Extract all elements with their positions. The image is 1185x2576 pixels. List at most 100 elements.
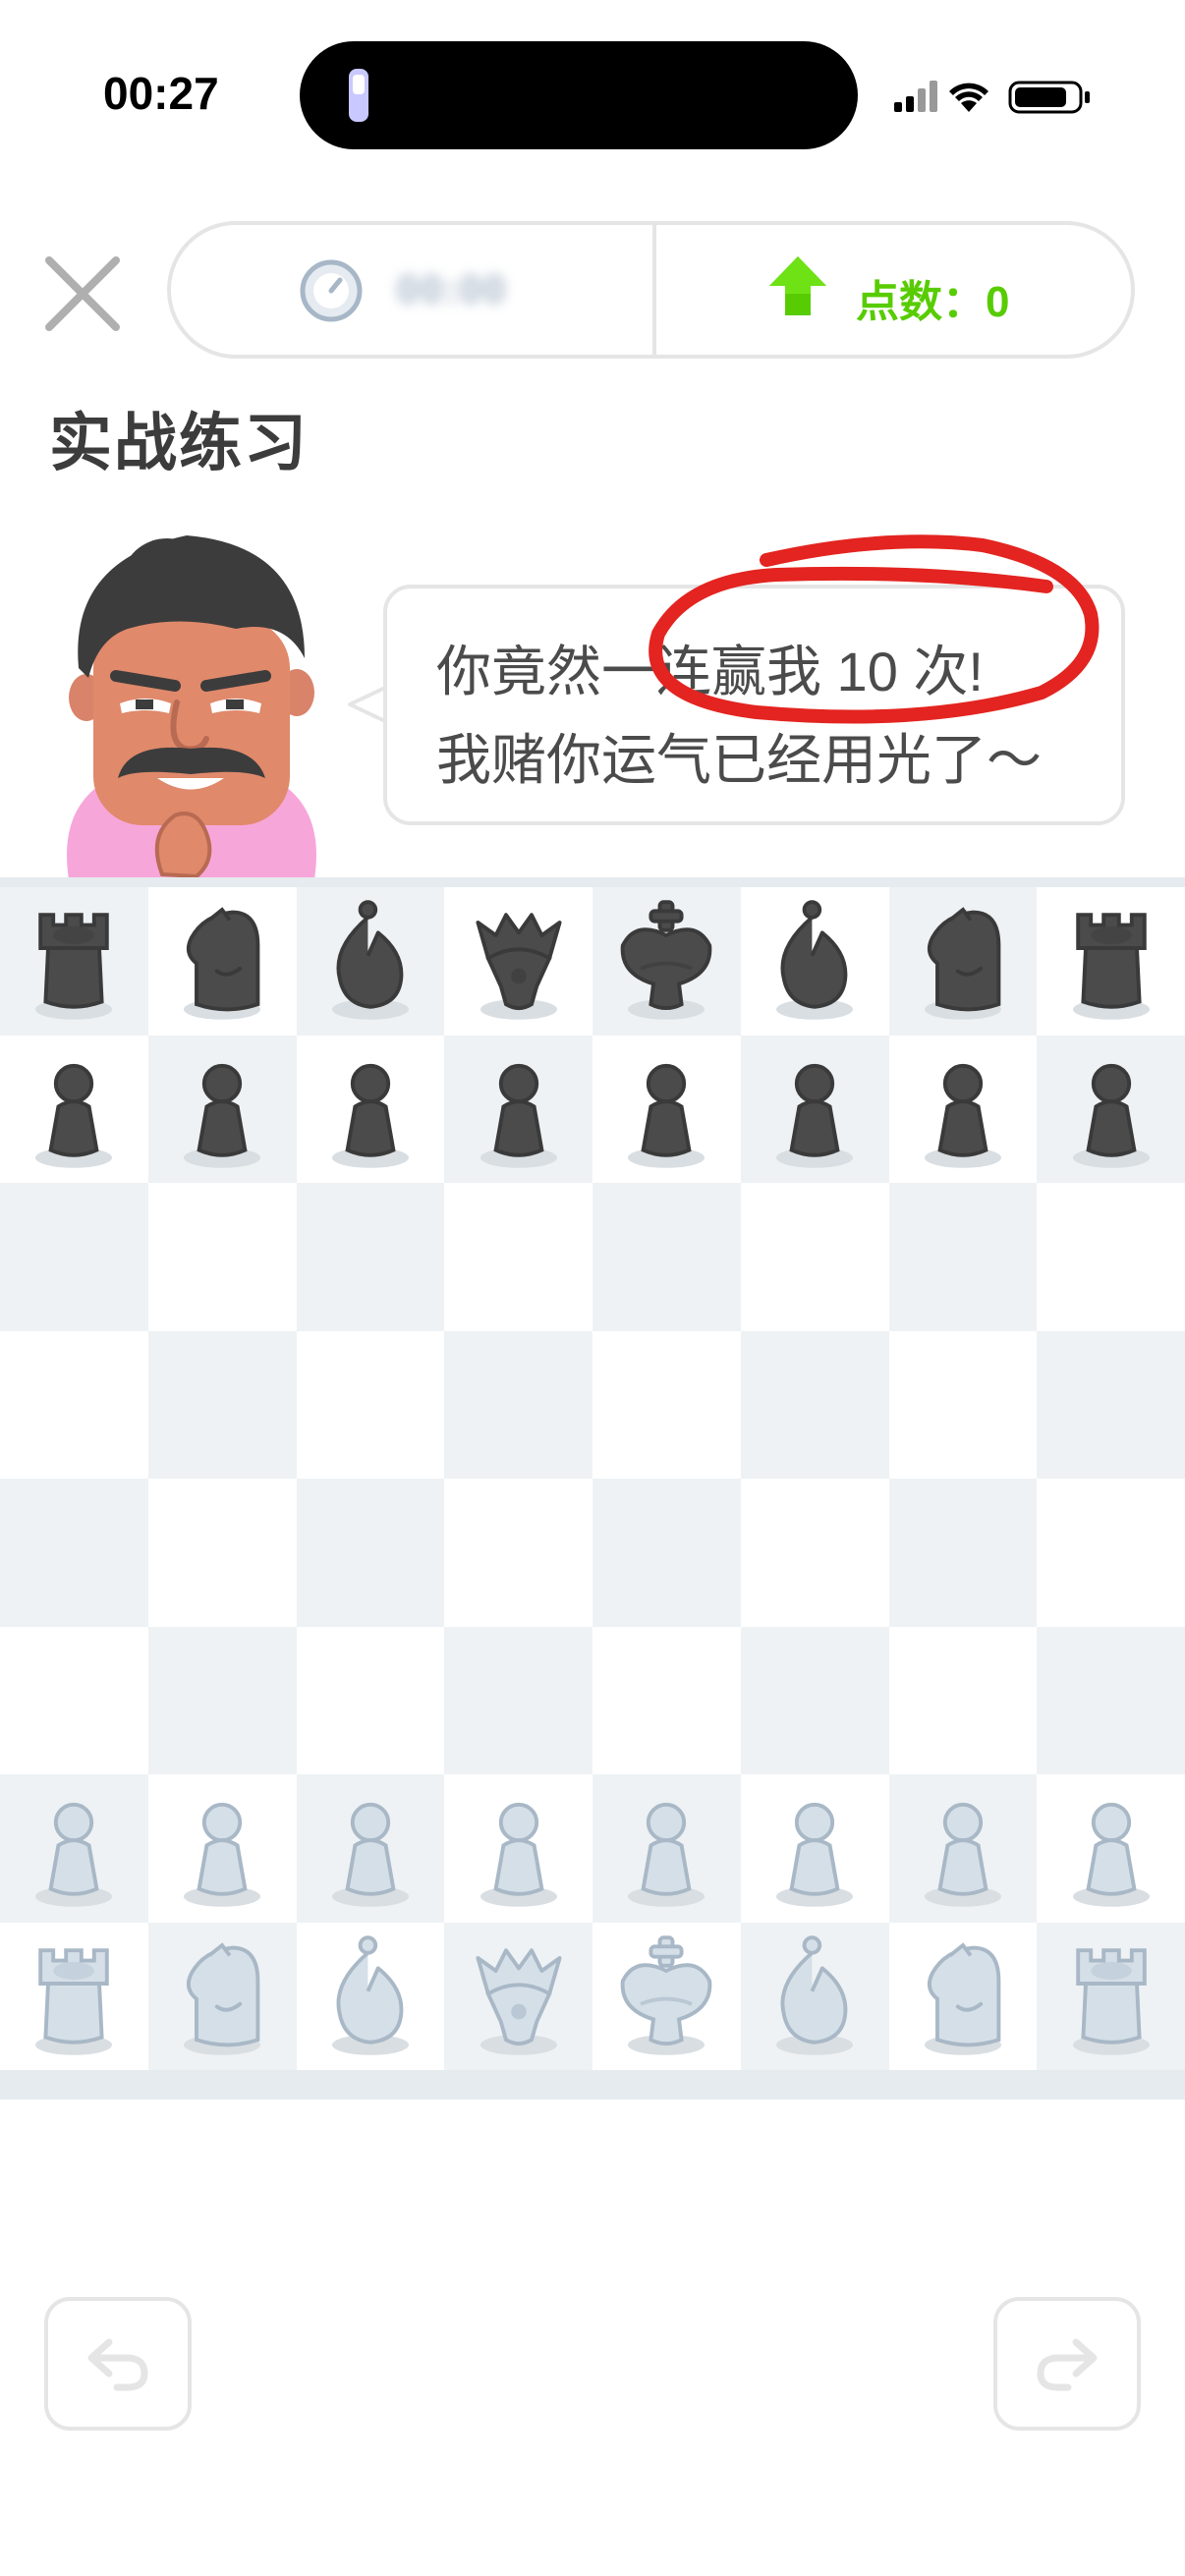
square-a4[interactable]	[0, 1479, 148, 1627]
square-h2[interactable]	[1037, 1774, 1185, 1923]
square-c6[interactable]	[296, 1183, 445, 1331]
square-d7[interactable]	[444, 1035, 592, 1183]
black-bishop-icon[interactable]	[307, 897, 434, 1025]
square-c5[interactable]	[296, 1330, 445, 1479]
white-pawn-icon[interactable]	[899, 1784, 1027, 1912]
black-pawn-icon[interactable]	[899, 1045, 1027, 1173]
square-a3[interactable]	[0, 1626, 148, 1774]
square-e5[interactable]	[592, 1330, 741, 1479]
square-a8[interactable]	[0, 887, 148, 1036]
white-knight-icon[interactable]	[158, 1932, 286, 2060]
square-b2[interactable]	[147, 1774, 297, 1923]
square-a5[interactable]	[0, 1330, 148, 1479]
square-f5[interactable]	[740, 1330, 889, 1479]
white-bishop-icon[interactable]	[307, 1932, 434, 2060]
square-f3[interactable]	[740, 1626, 889, 1774]
redo-button[interactable]	[993, 2297, 1141, 2431]
black-pawn-icon[interactable]	[10, 1045, 138, 1173]
black-rook-icon[interactable]	[1047, 897, 1175, 1025]
black-rook-icon[interactable]	[10, 897, 138, 1025]
square-b8[interactable]	[147, 887, 297, 1036]
white-king-icon[interactable]	[602, 1932, 730, 2060]
square-h1[interactable]	[1037, 1922, 1185, 2070]
square-e3[interactable]	[592, 1626, 741, 1774]
square-b6[interactable]	[147, 1183, 297, 1331]
black-bishop-icon[interactable]	[751, 897, 878, 1025]
black-knight-icon[interactable]	[899, 897, 1027, 1025]
square-c4[interactable]	[296, 1479, 445, 1627]
white-pawn-icon[interactable]	[158, 1784, 286, 1912]
white-queen-icon[interactable]	[455, 1932, 583, 2060]
black-pawn-icon[interactable]	[751, 1045, 878, 1173]
square-b1[interactable]	[147, 1922, 297, 2070]
square-h6[interactable]	[1037, 1183, 1185, 1331]
square-c2[interactable]	[296, 1774, 445, 1923]
square-d1[interactable]	[444, 1922, 592, 2070]
square-h3[interactable]	[1037, 1626, 1185, 1774]
square-f1[interactable]	[740, 1922, 889, 2070]
square-e2[interactable]	[592, 1774, 741, 1923]
square-h7[interactable]	[1037, 1035, 1185, 1183]
square-d5[interactable]	[444, 1330, 592, 1479]
square-f8[interactable]	[740, 887, 889, 1036]
black-knight-icon[interactable]	[158, 897, 286, 1025]
square-g1[interactable]	[888, 1922, 1038, 2070]
black-pawn-icon[interactable]	[1047, 1045, 1175, 1173]
square-d2[interactable]	[444, 1774, 592, 1923]
square-d8[interactable]	[444, 887, 592, 1036]
black-pawn-icon[interactable]	[158, 1045, 286, 1173]
white-pawn-icon[interactable]	[10, 1784, 138, 1912]
square-a7[interactable]	[0, 1035, 148, 1183]
black-king-icon[interactable]	[602, 897, 730, 1025]
white-pawn-icon[interactable]	[455, 1784, 583, 1912]
black-queen-icon[interactable]	[455, 897, 583, 1025]
black-pawn-icon[interactable]	[455, 1045, 583, 1173]
square-h8[interactable]	[1037, 887, 1185, 1036]
square-b3[interactable]	[147, 1626, 297, 1774]
square-d6[interactable]	[444, 1183, 592, 1331]
black-pawn-icon[interactable]	[307, 1045, 434, 1173]
square-d3[interactable]	[444, 1626, 592, 1774]
black-pawn-icon[interactable]	[602, 1045, 730, 1173]
square-d4[interactable]	[444, 1479, 592, 1627]
white-bishop-icon[interactable]	[751, 1932, 878, 2060]
square-b7[interactable]	[147, 1035, 297, 1183]
square-c8[interactable]	[296, 887, 445, 1036]
square-g2[interactable]	[888, 1774, 1038, 1923]
square-e6[interactable]	[592, 1183, 741, 1331]
square-f4[interactable]	[740, 1479, 889, 1627]
square-e4[interactable]	[592, 1479, 741, 1627]
status-pill: 00:00 点数：0	[167, 221, 1135, 359]
square-g4[interactable]	[888, 1479, 1038, 1627]
undo-button[interactable]	[44, 2297, 192, 2431]
square-f6[interactable]	[740, 1183, 889, 1331]
square-g6[interactable]	[888, 1183, 1038, 1331]
close-button[interactable]	[39, 251, 126, 337]
square-g3[interactable]	[888, 1626, 1038, 1774]
white-rook-icon[interactable]	[1047, 1932, 1175, 2060]
square-e1[interactable]	[592, 1922, 741, 2070]
square-a1[interactable]	[0, 1922, 148, 2070]
white-pawn-icon[interactable]	[602, 1784, 730, 1912]
white-pawn-icon[interactable]	[307, 1784, 434, 1912]
white-knight-icon[interactable]	[899, 1932, 1027, 2060]
square-b4[interactable]	[147, 1479, 297, 1627]
square-c1[interactable]	[296, 1922, 445, 2070]
white-rook-icon[interactable]	[10, 1932, 138, 2060]
square-e8[interactable]	[592, 887, 741, 1036]
square-e7[interactable]	[592, 1035, 741, 1183]
square-a6[interactable]	[0, 1183, 148, 1331]
square-g7[interactable]	[888, 1035, 1038, 1183]
white-pawn-icon[interactable]	[751, 1784, 878, 1912]
square-g5[interactable]	[888, 1330, 1038, 1479]
square-h4[interactable]	[1037, 1479, 1185, 1627]
square-f2[interactable]	[740, 1774, 889, 1923]
square-c7[interactable]	[296, 1035, 445, 1183]
square-f7[interactable]	[740, 1035, 889, 1183]
square-g8[interactable]	[888, 887, 1038, 1036]
square-b5[interactable]	[147, 1330, 297, 1479]
white-pawn-icon[interactable]	[1047, 1784, 1175, 1912]
square-c3[interactable]	[296, 1626, 445, 1774]
square-h5[interactable]	[1037, 1330, 1185, 1479]
square-a2[interactable]	[0, 1774, 148, 1923]
